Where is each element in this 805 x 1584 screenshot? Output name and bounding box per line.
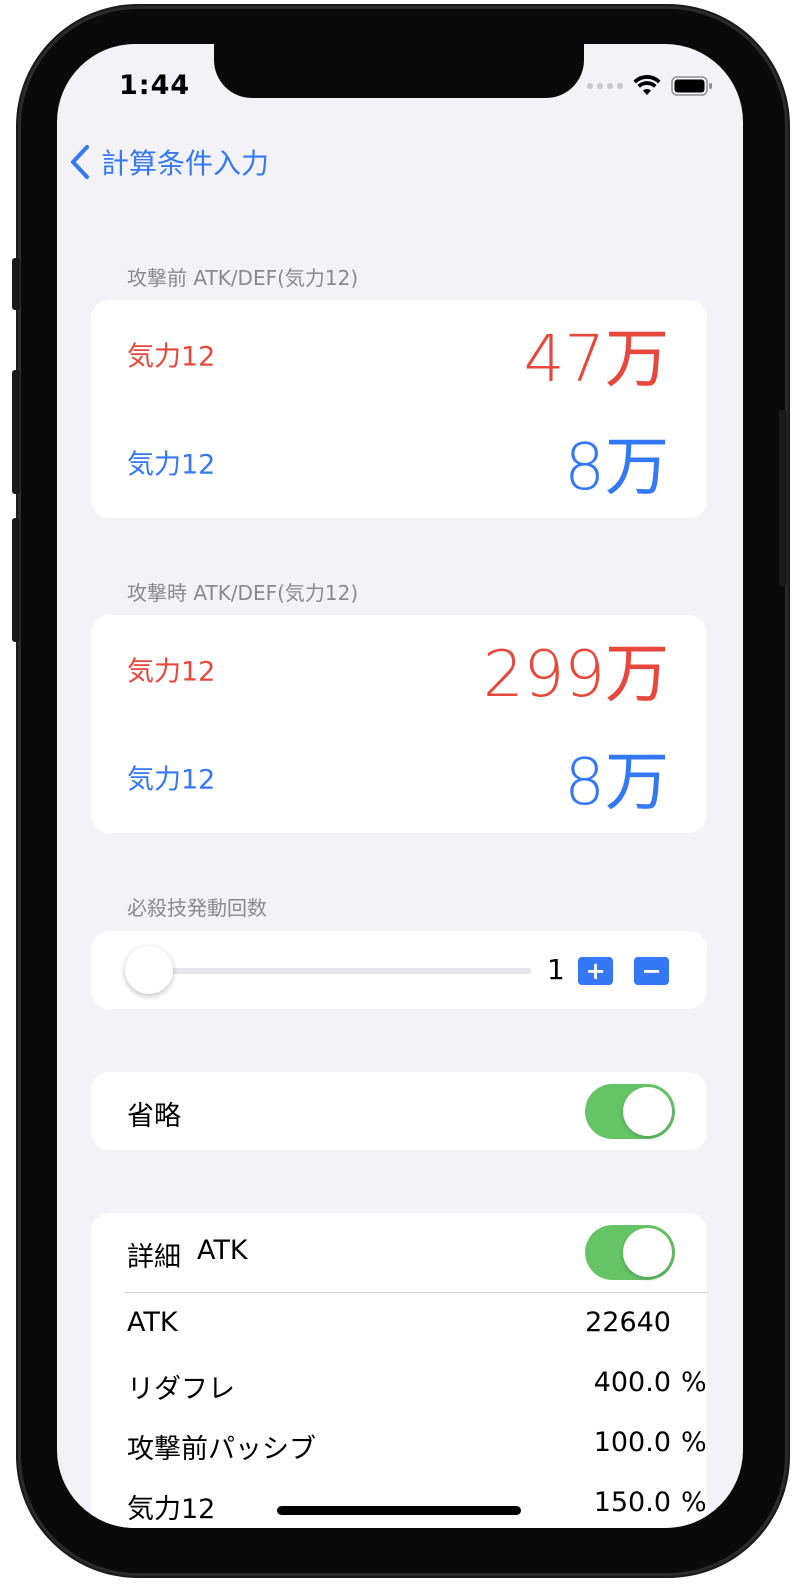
detail-row-value: 100.0 xyxy=(593,1427,671,1458)
battery-icon xyxy=(671,76,712,96)
during-attack-atk-value: 299万 xyxy=(482,638,669,712)
special-count-header: 必殺技発動回数 xyxy=(127,896,267,920)
status-icons xyxy=(587,74,713,98)
before-attack-header: 攻撃前 ATK/DEF(気力12) xyxy=(127,266,359,290)
cellular-signal-icon xyxy=(587,83,623,89)
detail-row-reduce-flare: リダフレ 400.0 % xyxy=(91,1353,707,1413)
mute-switch xyxy=(12,258,20,310)
special-count-slider[interactable] xyxy=(151,968,531,974)
omit-label: 省略 xyxy=(127,1101,181,1132)
detail-row-value: 400.0 xyxy=(593,1367,671,1398)
detail-row-value: 22640 xyxy=(585,1307,671,1338)
during-attack-atk-label: 気力12 xyxy=(127,656,216,688)
during-attack-header: 攻撃時 ATK/DEF(気力12) xyxy=(127,581,359,605)
before-attack-atk-label: 気力12 xyxy=(127,341,216,373)
during-attack-atk-row: 気力12 299万 xyxy=(91,615,707,723)
chevron-left-icon xyxy=(71,145,89,179)
slider-knob[interactable] xyxy=(125,946,173,994)
wifi-icon xyxy=(633,75,661,95)
detail-mode-label: ATK xyxy=(197,1235,248,1266)
back-button[interactable]: 計算条件入力 xyxy=(69,142,269,182)
before-attack-def-row: 気力12 8万 xyxy=(91,408,707,516)
special-count-card: 1 + − xyxy=(91,931,707,1009)
before-attack-def-label: 気力12 xyxy=(127,449,216,481)
increment-button[interactable]: + xyxy=(578,957,613,985)
notch xyxy=(214,44,584,98)
detail-row-unit: % xyxy=(681,1367,707,1398)
detail-row-label: 攻撃前パッシブ xyxy=(127,1434,316,1465)
volume-down-button xyxy=(12,518,20,642)
before-attack-atk-row: 気力12 47万 xyxy=(91,300,707,408)
detail-card: 詳細 ATK ATK 22640 リダフレ 400.0 % 攻撃前パッシブ 10… xyxy=(91,1213,707,1528)
home-indicator[interactable] xyxy=(277,1506,521,1515)
back-button-label: 計算条件入力 xyxy=(101,147,270,180)
omit-toggle[interactable] xyxy=(585,1084,675,1139)
detail-row-ki: 気力12 150.0 % xyxy=(91,1473,707,1528)
status-time: 1:44 xyxy=(119,70,191,101)
detail-row-label: ATK xyxy=(127,1307,178,1338)
power-button xyxy=(779,410,787,586)
detail-row-unit: % xyxy=(681,1487,707,1518)
during-attack-card: 気力12 299万 気力12 8万 xyxy=(91,615,707,833)
screen: 1:44 計算条件入力 攻撃前 ATK/DEF(気力12) 気力12 47万 気… xyxy=(57,44,743,1528)
during-attack-def-row: 気力12 8万 xyxy=(91,723,707,831)
special-count-value: 1 xyxy=(547,953,565,986)
before-attack-card: 気力12 47万 気力12 8万 xyxy=(91,300,707,518)
detail-row-atk: ATK 22640 xyxy=(91,1293,707,1353)
detail-row-label: リダフレ xyxy=(127,1374,235,1405)
during-attack-def-value: 8万 xyxy=(564,746,669,820)
during-attack-def-label: 気力12 xyxy=(127,764,216,796)
before-attack-def-value: 8万 xyxy=(564,431,669,505)
omit-card: 省略 xyxy=(91,1072,707,1150)
before-attack-atk-value: 47万 xyxy=(523,323,669,397)
detail-row-unit: % xyxy=(681,1427,707,1458)
volume-up-button xyxy=(12,370,20,494)
detail-label: 詳細 xyxy=(127,1242,181,1273)
detail-row-pre-attack-passive: 攻撃前パッシブ 100.0 % xyxy=(91,1413,707,1473)
decrement-button[interactable]: − xyxy=(634,957,669,985)
detail-row-label: 気力12 xyxy=(127,1494,216,1525)
omit-toggle-thumb xyxy=(623,1087,672,1136)
detail-row-value: 150.0 xyxy=(593,1487,671,1518)
detail-toggle[interactable] xyxy=(585,1225,675,1280)
detail-toggle-thumb xyxy=(623,1228,672,1277)
